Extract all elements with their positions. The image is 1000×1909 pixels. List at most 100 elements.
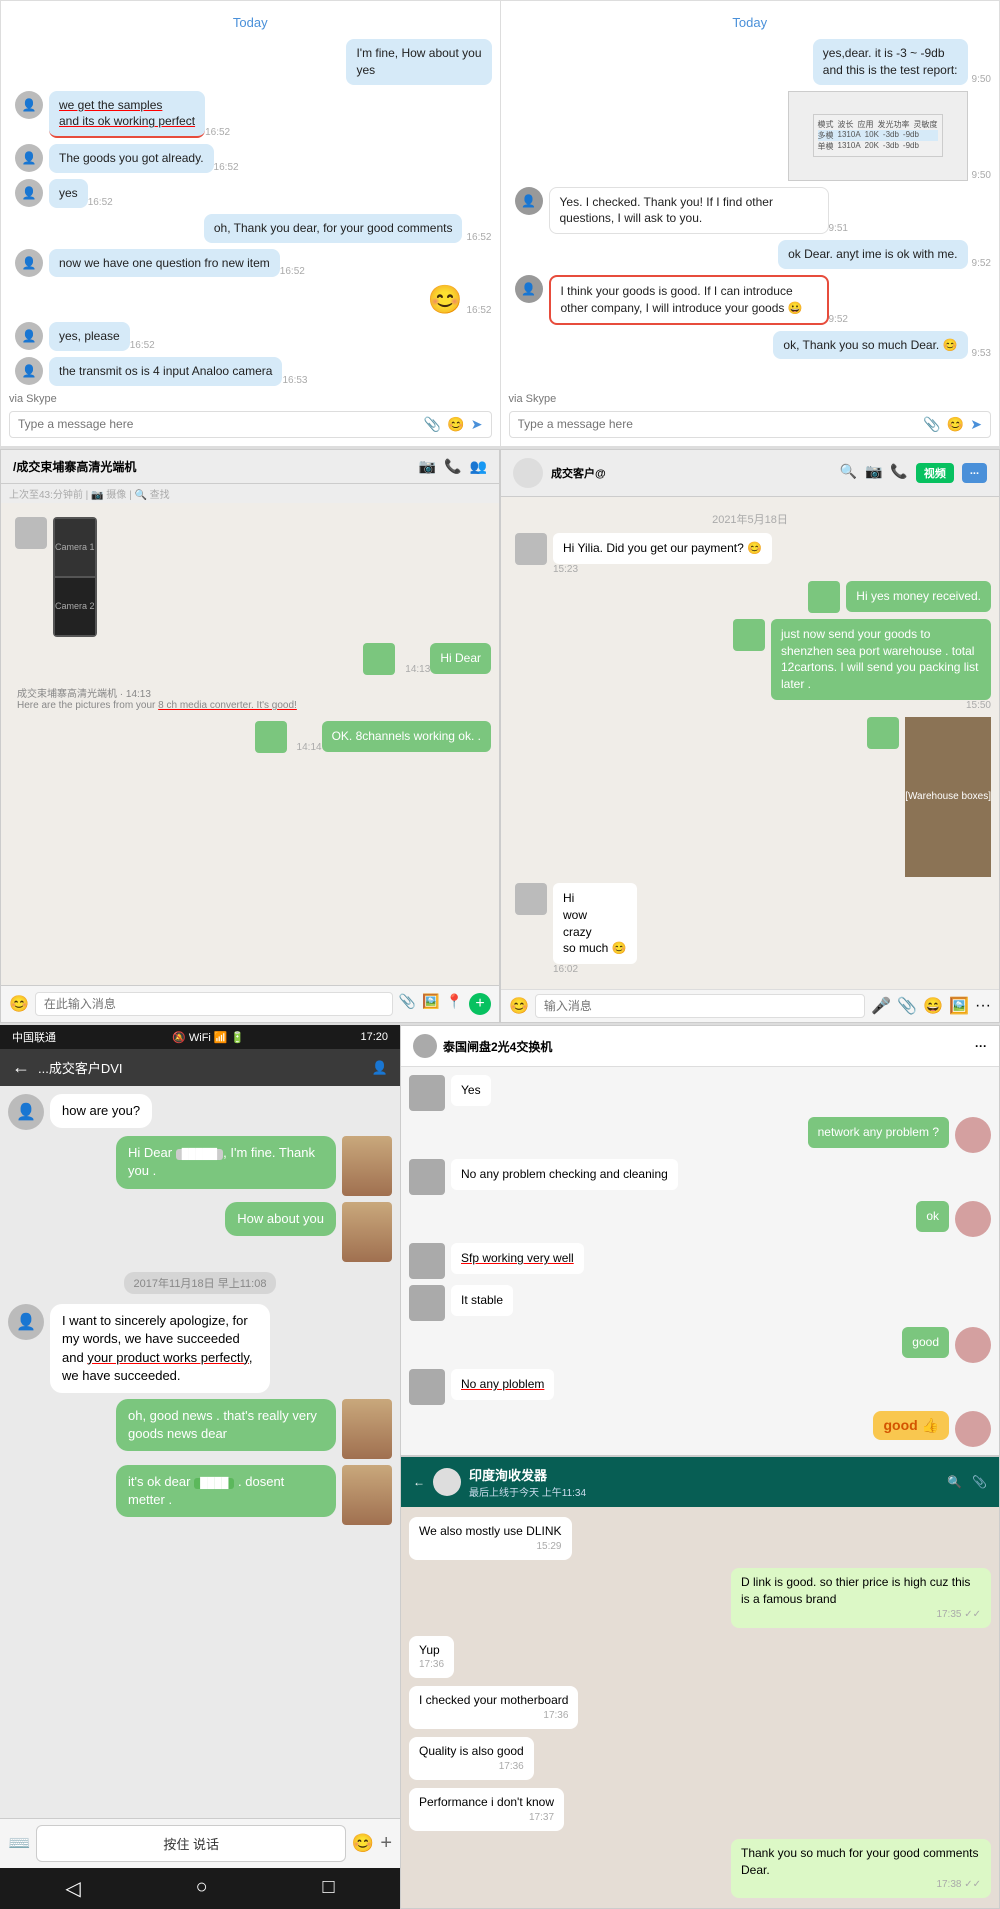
phone-icon[interactable]: 📞 [890, 463, 907, 483]
status-icons: 🔕 WiFi 📶 🔋 [172, 1031, 244, 1044]
header-icons: 📷 📞 👥 [419, 458, 487, 475]
phone-input-bar[interactable]: ⌨️ 按住 说话 😊 + [0, 1818, 400, 1868]
attachment-icon[interactable]: 📎 [972, 1475, 987, 1489]
cr-bubble: ok [916, 1201, 949, 1232]
back-icon[interactable]: ← [413, 1475, 425, 1489]
wechat-input-area[interactable]: 😊 📎 🖼️ 📍 + [1, 985, 499, 1022]
image-icon[interactable]: 🖼️ [422, 993, 439, 1015]
msg-row: 👤 I think your goods is good. If I can i… [509, 275, 992, 325]
chat-right-header: 泰国闸盘2光4交换机 ··· [401, 1026, 999, 1067]
add-icon[interactable]: + [469, 993, 491, 1015]
msg-row: 模式波长应用发光功率灵敏度 多模1310A10K-3db-9db 单模1310A… [509, 91, 992, 181]
wechat-avatar [867, 717, 899, 749]
wechat-msg-row: OK. 8channels working ok. . 14:14 [9, 721, 491, 753]
message-input[interactable] [518, 417, 918, 431]
bubble: I'm fine, How about youyes [346, 39, 491, 85]
attachment-icon[interactable]: 📎 [923, 416, 940, 433]
add-button[interactable]: + [380, 1832, 392, 1855]
bubble: ok Dear. anyt ime is ok with me. [778, 240, 967, 269]
bubble: yes [49, 179, 88, 208]
recents-btn[interactable]: □ [322, 1876, 334, 1901]
mid-right-input-area[interactable]: 😊 🎤 📎 😄 🖼️ ··· [501, 989, 999, 1022]
phone-chat-body: 👤 how are you? Hi Dear █████, I'm fine. … [0, 1086, 400, 1818]
message-input[interactable] [18, 417, 418, 431]
phone-icon[interactable]: 📞 [444, 458, 461, 475]
bubble: yes, please [49, 322, 130, 351]
avatar: 👤 [15, 249, 43, 277]
emoji-icon[interactable]: 😊 [947, 416, 964, 433]
phone-bubble: Hi Dear █████, I'm fine. Thank you . [116, 1136, 336, 1188]
emoji2-icon[interactable]: 😄 [923, 996, 943, 1016]
cr-avatar [409, 1285, 445, 1321]
emoji-icon[interactable]: 😊 [509, 996, 529, 1016]
top-right-date: Today [509, 15, 992, 30]
msg-time: 16:52 [205, 127, 230, 138]
input-bar[interactable]: 📎 😊 ➤ [509, 411, 992, 438]
more-icon[interactable]: ··· [975, 997, 991, 1015]
search-icon[interactable]: 🔍 [840, 463, 857, 483]
emoji-icon[interactable]: 😊 [447, 416, 464, 433]
home-btn[interactable]: ○ [196, 1876, 208, 1901]
send-icon[interactable]: ➤ [970, 416, 982, 433]
time-label: 17:20 [360, 1031, 388, 1043]
cr-avatar-girl [955, 1327, 991, 1363]
wechat-bubble: Hi Dear [430, 643, 491, 674]
video-call-btn[interactable]: 视频 [916, 463, 954, 483]
keyboard-icon[interactable]: ⌨️ [8, 1833, 30, 1854]
bubble: The goods you got already. [49, 144, 214, 173]
message-input[interactable] [535, 994, 865, 1018]
back-icon[interactable]: ← [12, 1057, 30, 1078]
chat-right-msgs: Yes network any problem ? No any problem… [401, 1067, 999, 1455]
more-icon[interactable]: ··· [975, 1039, 987, 1053]
wechat-bubble: just now send your goods to shenzhen sea… [771, 619, 991, 700]
cr-bubble: It stable [451, 1285, 513, 1316]
attachment-icon[interactable]: 📎 [424, 416, 441, 433]
mic-icon[interactable]: 🎤 [871, 996, 891, 1016]
phone-msg-right: Hi Dear █████, I'm fine. Thank you . [8, 1136, 392, 1196]
input-bar[interactable]: 📎 😊 ➤ [9, 411, 492, 438]
attachment-icon[interactable]: 📎 [399, 993, 416, 1015]
wechat-avatar [515, 533, 547, 565]
emoji-icon[interactable]: 😊 [352, 1833, 374, 1854]
phone-bubble: it's ok dear ████ . dosent metter . [116, 1465, 336, 1517]
image2-icon[interactable]: 🖼️ [949, 996, 969, 1016]
msg-time: 16:52 [466, 305, 491, 316]
phone-bubble: how are you? [50, 1094, 152, 1128]
cr-avatar [409, 1075, 445, 1111]
wechat-msg-row: Hi yes money received. [509, 581, 991, 613]
wechat-msg-row: [Warehouse boxes] [509, 717, 991, 877]
emoji-icon[interactable]: 😊 [9, 994, 29, 1014]
time-label: 2017年11月18日 早上11:08 [124, 1272, 277, 1294]
wechat-input-icons: 📎 🖼️ 📍 + [399, 993, 491, 1015]
wechat-bubble: Hi yes money received. [846, 581, 991, 612]
location-icon[interactable]: 📍 [446, 993, 463, 1015]
bubble: ok, Thank you so much Dear. 😊 [773, 331, 967, 360]
carrier-label: 中国联通 [12, 1029, 56, 1045]
more-icon[interactable]: ... [962, 463, 987, 483]
video-icon[interactable]: 📷 [419, 458, 436, 475]
wa-chat-sub: 最后上线于今天 上午11:34 [469, 1484, 586, 1499]
send-icon[interactable]: ➤ [471, 416, 483, 433]
wechat-message-input[interactable] [35, 992, 393, 1016]
msg-row: 👤 the transmit os is 4 input Analoo came… [9, 357, 492, 386]
chat-msg-row: Yes [409, 1075, 991, 1111]
wa-header: ← 印度洵收发器 最后上线于今天 上午11:34 🔍 📎 [401, 1457, 999, 1507]
wa-bubble: Performance i don't know17:37 [409, 1788, 564, 1831]
msg-time: 16:52 [214, 162, 239, 173]
back-btn[interactable]: ◁ [65, 1876, 80, 1901]
phone-panel: 中国联通 🔕 WiFi 📶 🔋 17:20 ← ...成交客户DVI 👤 👤 h… [0, 1025, 400, 1909]
attach-icon[interactable]: 📎 [897, 996, 917, 1016]
wa-msg-row: D link is good. so thier price is high c… [409, 1568, 991, 1628]
wechat-bubble: OK. 8channels working ok. . [322, 721, 491, 752]
chat-msg-row: good [409, 1327, 991, 1363]
contact-icon[interactable]: 👤 [372, 1060, 388, 1076]
phone-chat-header: ← ...成交客户DVI 👤 [0, 1049, 400, 1086]
phone-bubble: How about you [225, 1202, 336, 1236]
msg-row: 👤 Yes. I checked. Thank you! If I find o… [509, 187, 992, 235]
wa-bubble: Thank you so much for your good comments… [731, 1839, 991, 1899]
contacts-icon[interactable]: 👥 [470, 458, 487, 475]
video-icon[interactable]: 📷 [865, 463, 882, 483]
search-icon[interactable]: 🔍 [947, 1475, 962, 1489]
good-sticker: good 👍 [873, 1411, 949, 1440]
wechat-avatar [515, 883, 547, 915]
